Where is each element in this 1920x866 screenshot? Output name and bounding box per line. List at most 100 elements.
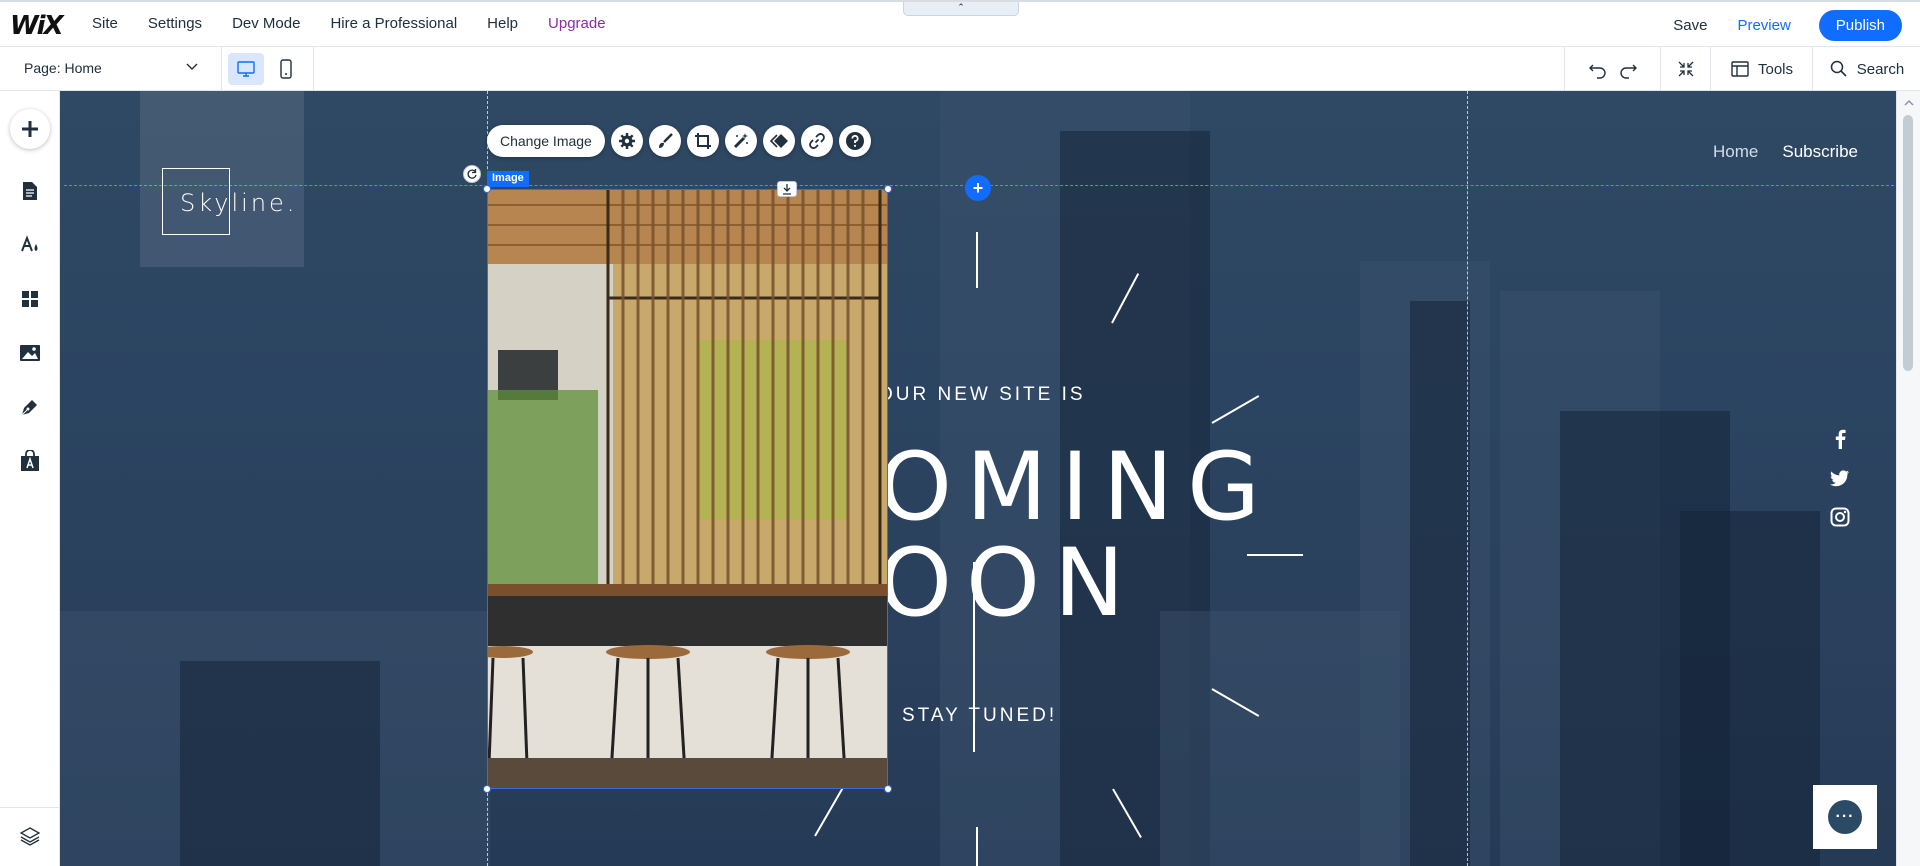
- enhance-button[interactable]: [724, 125, 757, 157]
- store-icon: [21, 450, 39, 471]
- site-nav-home[interactable]: Home: [1713, 142, 1758, 162]
- stretch-handle[interactable]: [777, 181, 797, 197]
- site-nav-subscribe[interactable]: Subscribe: [1782, 142, 1858, 162]
- resize-handle-bottom-left[interactable]: [483, 785, 491, 793]
- design-brush-button[interactable]: [648, 125, 681, 157]
- change-image-button[interactable]: Change Image: [487, 125, 605, 157]
- main-menu: Site Settings Dev Mode Hire a Profession…: [92, 15, 636, 32]
- hero-stay-tuned[interactable]: STAY TUNED!: [902, 705, 1057, 727]
- collapse-toolbar-tab[interactable]: ⌃: [903, 2, 1019, 16]
- undo-icon[interactable]: [1587, 58, 1609, 80]
- link-button[interactable]: [800, 125, 833, 157]
- chat-icon: ···: [1828, 800, 1862, 834]
- instagram-icon: [1830, 507, 1850, 527]
- design-brush-icon: [658, 133, 673, 148]
- zoom-out-icon: [1678, 61, 1693, 77]
- store-button[interactable]: [18, 449, 42, 473]
- selected-image-element[interactable]: [487, 189, 888, 789]
- layers-icon: [19, 827, 41, 846]
- chat-widget-button[interactable]: ···: [1813, 785, 1877, 849]
- instagram-link[interactable]: [1828, 505, 1852, 529]
- publish-button[interactable]: Publish: [1818, 10, 1902, 41]
- download-arrow-icon: [783, 184, 791, 195]
- page-selector-label: Page: Home: [24, 60, 102, 76]
- search-icon: [1830, 60, 1847, 77]
- facebook-icon: [1835, 429, 1846, 449]
- help-icon: [845, 132, 864, 150]
- media-button[interactable]: [18, 341, 42, 365]
- cafe-photo: [488, 190, 887, 788]
- pages-button[interactable]: [18, 179, 42, 203]
- grid-guide-right: [1467, 91, 1468, 866]
- mobile-icon: [280, 59, 292, 79]
- rotate-icon: [467, 169, 477, 179]
- scroll-up-arrow-icon[interactable]: [1904, 99, 1914, 107]
- desktop-view-button[interactable]: [228, 53, 264, 85]
- blog-button[interactable]: [18, 395, 42, 419]
- image-floating-toolbar: Change Image: [487, 125, 871, 157]
- menu-upgrade[interactable]: Upgrade: [548, 15, 606, 32]
- rotate-handle[interactable]: [463, 165, 481, 183]
- save-button[interactable]: Save: [1673, 17, 1707, 34]
- editor-sub-bar: Page: Home Tools Search: [0, 47, 1920, 91]
- undo-redo-group: [1564, 47, 1660, 91]
- twitter-link[interactable]: [1828, 466, 1852, 490]
- add-icon: [22, 121, 38, 137]
- apps-icon: [22, 291, 38, 307]
- tools-button[interactable]: Tools: [1710, 47, 1812, 91]
- facebook-link[interactable]: [1828, 427, 1852, 451]
- blog-pen-icon: [21, 400, 37, 416]
- menu-settings[interactable]: Settings: [148, 15, 202, 32]
- top-actions: Save Preview Publish: [1673, 10, 1902, 41]
- site-canvas[interactable]: Skyline. Home Subscribe OUR NEW SITE IS …: [60, 91, 1896, 866]
- selection-type-label: Image: [487, 171, 529, 187]
- resize-handle-bottom-right[interactable]: [884, 785, 892, 793]
- menu-hire-professional[interactable]: Hire a Professional: [330, 15, 457, 32]
- wix-logo[interactable]: WiX: [10, 11, 64, 41]
- redo-icon[interactable]: [1617, 58, 1639, 80]
- tools-icon: [1731, 61, 1749, 77]
- sidebar-divider: [0, 807, 60, 808]
- hero-title-line-2[interactable]: OON: [878, 537, 1138, 631]
- media-icon: [20, 345, 40, 361]
- design-button[interactable]: [18, 233, 42, 257]
- change-image-label: Change Image: [500, 133, 592, 149]
- menu-site[interactable]: Site: [92, 15, 118, 32]
- canvas-scrollbar[interactable]: [1896, 91, 1920, 866]
- search-button[interactable]: Search: [1812, 47, 1920, 91]
- chevron-up-icon: ⌃: [957, 2, 965, 12]
- resize-handle-top-right[interactable]: [884, 185, 892, 193]
- mobile-view-button[interactable]: [268, 53, 304, 85]
- canvas-scroll-thumb[interactable]: [1903, 115, 1913, 371]
- desktop-icon: [237, 61, 255, 77]
- animation-icon: [769, 134, 788, 148]
- editor-top-bar: WiX Site Settings Dev Mode Hire a Profes…: [0, 0, 1920, 47]
- preview-button[interactable]: Preview: [1737, 17, 1790, 34]
- site-logo-text[interactable]: Skyline.: [180, 189, 297, 217]
- twitter-icon: [1830, 470, 1849, 487]
- resize-handle-top-left[interactable]: [483, 185, 491, 193]
- search-label: Search: [1856, 60, 1905, 78]
- settings-button[interactable]: [610, 125, 643, 157]
- add-elements-button[interactable]: [10, 109, 50, 149]
- enhance-icon: [733, 133, 748, 149]
- zoom-out-button[interactable]: [1660, 47, 1710, 91]
- design-icon: [21, 235, 38, 252]
- animation-button[interactable]: [762, 125, 795, 157]
- chevron-down-icon: [185, 59, 199, 76]
- add-section-button[interactable]: +: [965, 175, 991, 201]
- hero-title-line-1[interactable]: OMING: [878, 441, 1274, 535]
- site-navigation: Home Subscribe: [1713, 142, 1858, 162]
- menu-dev-mode[interactable]: Dev Mode: [232, 15, 300, 32]
- layers-button[interactable]: [18, 824, 42, 848]
- link-icon: [808, 133, 825, 149]
- menu-help[interactable]: Help: [487, 15, 518, 32]
- page-selector[interactable]: Page: Home: [0, 47, 222, 91]
- crop-button[interactable]: [686, 125, 719, 157]
- pages-icon: [23, 182, 37, 200]
- help-button[interactable]: [838, 125, 871, 157]
- hero-subtitle[interactable]: OUR NEW SITE IS: [878, 384, 1086, 406]
- apps-button[interactable]: [18, 287, 42, 311]
- tools-label: Tools: [1757, 60, 1794, 78]
- device-switcher: [222, 47, 314, 91]
